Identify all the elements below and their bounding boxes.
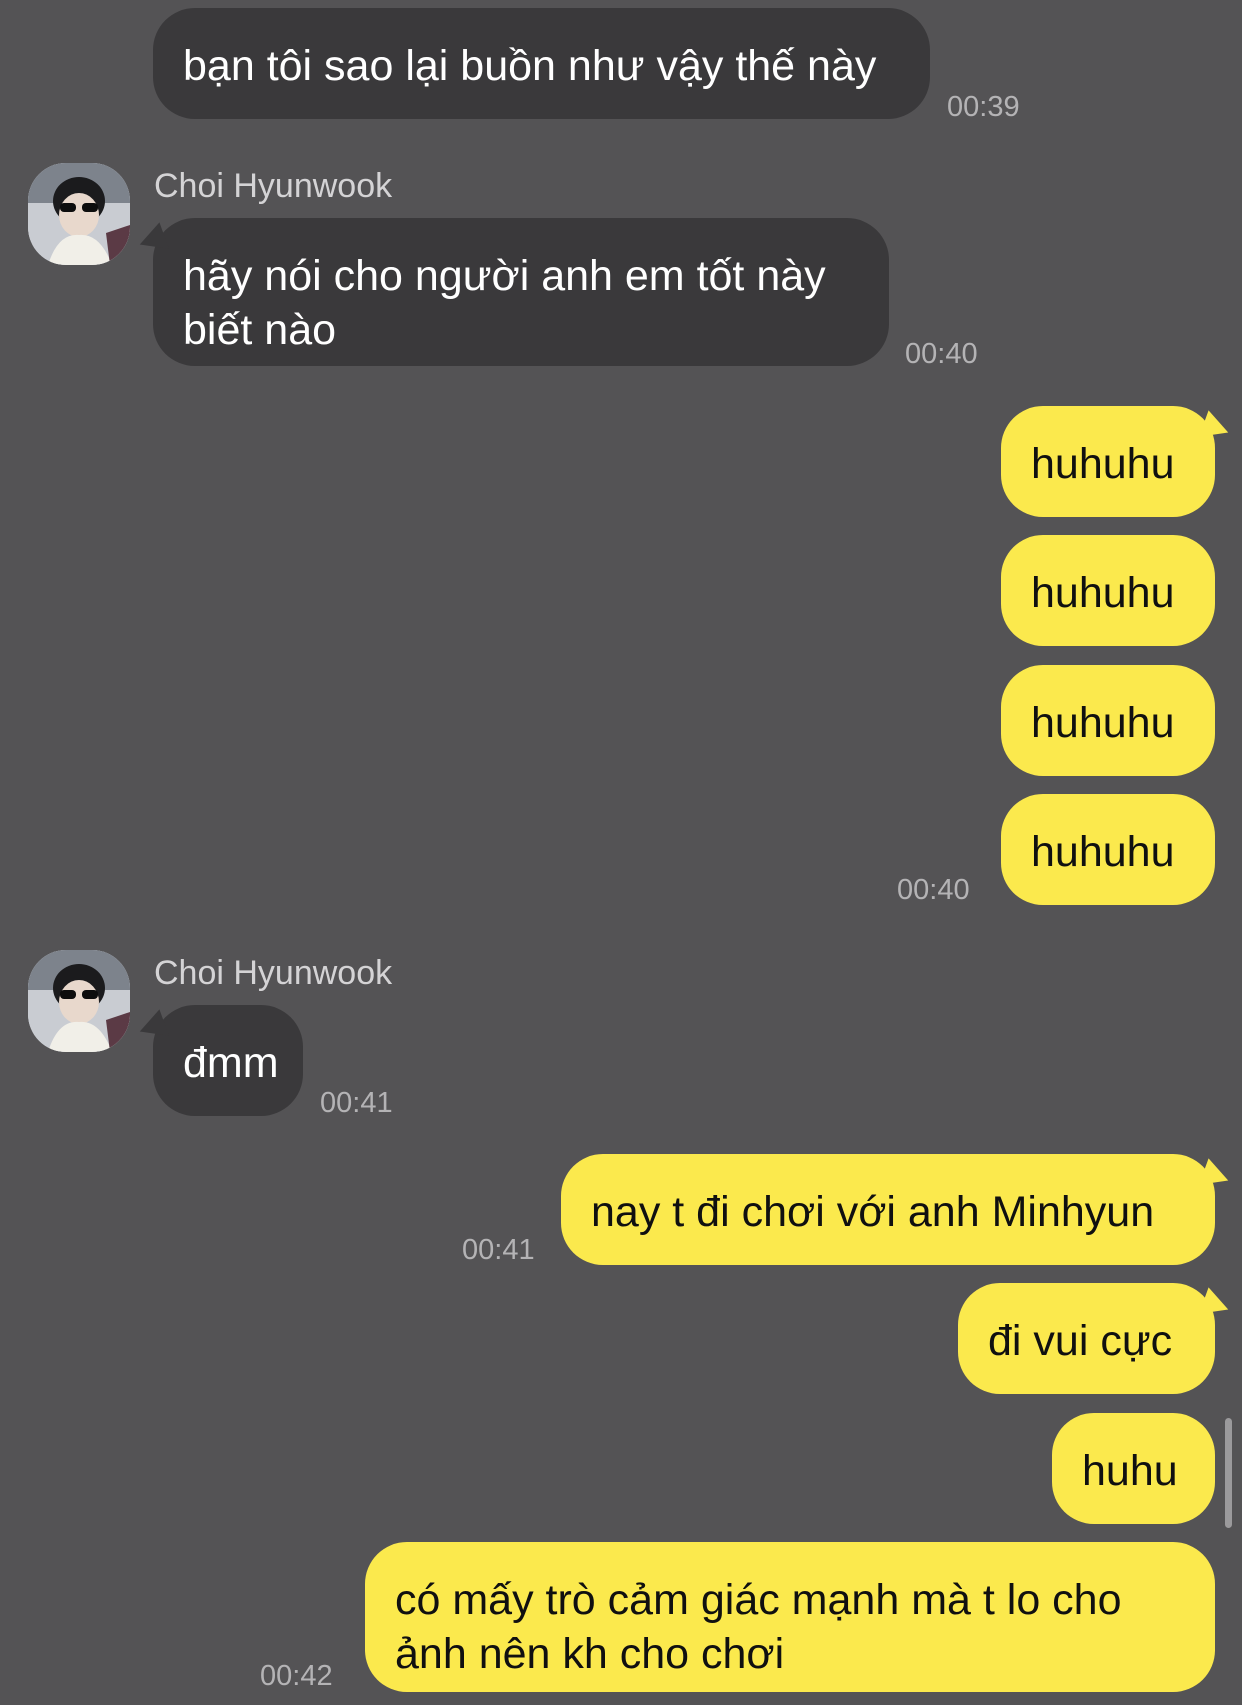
avatar-photo-icon xyxy=(28,163,130,265)
message-time: 00:39 xyxy=(947,91,1020,123)
message-time: 00:40 xyxy=(905,338,978,370)
message-bubble-outgoing[interactable]: đi vui cực xyxy=(958,1283,1215,1394)
message-bubble-incoming[interactable]: bạn tôi sao lại buồn như vậy thế này xyxy=(153,8,930,119)
message-time: 00:41 xyxy=(462,1234,535,1266)
avatar[interactable] xyxy=(28,163,130,265)
message-bubble-incoming[interactable]: đmm xyxy=(153,1005,303,1116)
sender-name: Choi Hyunwook xyxy=(154,167,393,205)
message-bubble-outgoing[interactable]: huhuhu xyxy=(1001,406,1215,517)
message-time: 00:40 xyxy=(897,874,970,906)
scrollbar[interactable] xyxy=(1225,1418,1232,1528)
message-bubble-outgoing[interactable]: huhuhu xyxy=(1001,665,1215,776)
message-bubble-outgoing[interactable]: huhuhu xyxy=(1001,535,1215,646)
message-bubble-outgoing[interactable]: nay t đi chơi với anh Minhyun xyxy=(561,1154,1215,1265)
sender-name: Choi Hyunwook xyxy=(154,954,393,992)
avatar[interactable] xyxy=(28,950,130,1052)
message-bubble-outgoing[interactable]: huhuhu xyxy=(1001,794,1215,905)
avatar-photo-icon xyxy=(28,950,130,1052)
message-bubble-incoming[interactable]: hãy nói cho người anh em tốt này biết nà… xyxy=(153,218,889,366)
message-time: 00:42 xyxy=(260,1660,333,1692)
message-time: 00:41 xyxy=(320,1087,393,1119)
message-bubble-outgoing[interactable]: huhu xyxy=(1052,1413,1215,1524)
message-bubble-outgoing[interactable]: có mấy trò cảm giác mạnh mà t lo cho ảnh… xyxy=(365,1542,1215,1692)
